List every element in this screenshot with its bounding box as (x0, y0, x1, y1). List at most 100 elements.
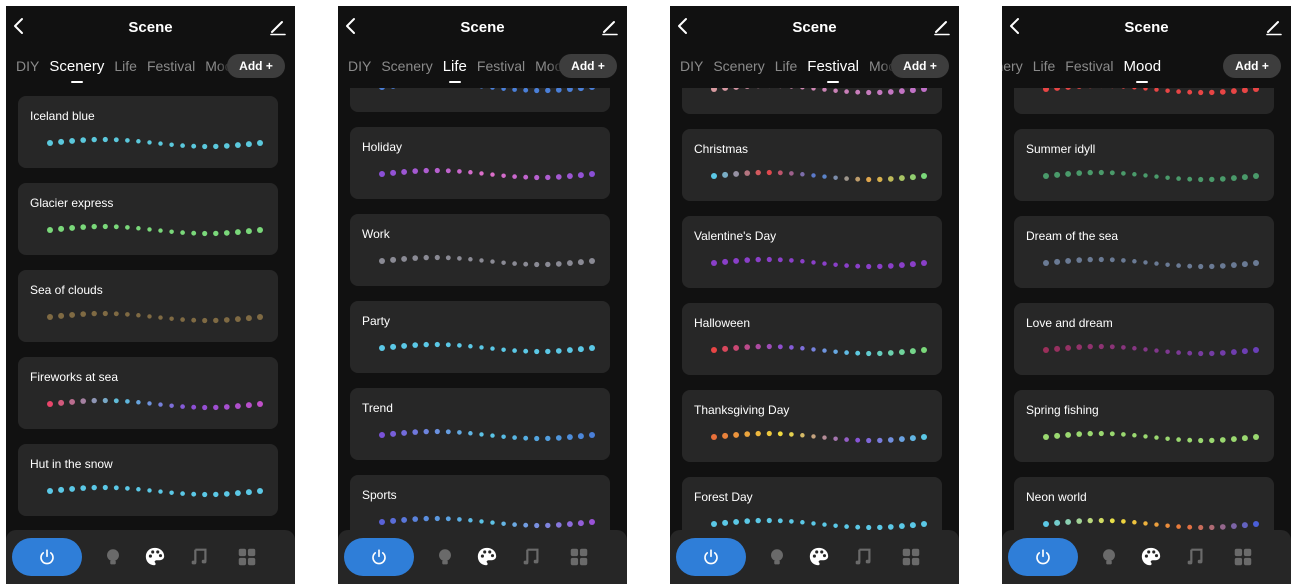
color-dot (1076, 344, 1083, 350)
color-dot (257, 314, 263, 320)
color-dot (744, 431, 751, 437)
color-dot (566, 521, 573, 528)
scene-card[interactable]: Valentine's Day (682, 216, 942, 288)
tab-festival[interactable]: Festival (147, 54, 195, 84)
color-dots-preview (47, 223, 263, 237)
scene-card[interactable] (1014, 88, 1274, 114)
color-dot (58, 225, 65, 232)
power-button[interactable] (344, 538, 414, 576)
scene-card[interactable] (350, 88, 610, 112)
color-dot (898, 175, 905, 182)
scene-card[interactable]: Party (350, 301, 610, 373)
color-dot (866, 176, 872, 183)
tab-life[interactable]: Life (443, 54, 467, 84)
color-dots-preview (711, 430, 927, 444)
add-scene-button[interactable]: Add + (227, 54, 285, 78)
scene-card[interactable]: Sea of clouds (18, 270, 278, 342)
scene-card[interactable]: Iceland blue (18, 96, 278, 168)
bulb-icon[interactable] (1098, 546, 1120, 568)
tab-diy[interactable]: DIY (16, 54, 39, 84)
edit-pencil-icon[interactable] (601, 18, 619, 36)
edit-pencil-icon[interactable] (1265, 18, 1283, 36)
music-icon[interactable] (188, 546, 210, 568)
scene-card[interactable]: Holiday (350, 127, 610, 199)
color-dot (744, 170, 751, 176)
edit-pencil-icon[interactable] (933, 18, 951, 36)
color-dot (401, 255, 408, 262)
color-dot (80, 398, 87, 404)
scene-card[interactable]: Work (350, 214, 610, 286)
color-dot (213, 143, 219, 150)
color-dot (844, 524, 849, 529)
tab-festival[interactable]: Festival (1065, 54, 1113, 84)
bulb-icon[interactable] (102, 546, 124, 568)
color-dot (1241, 522, 1248, 529)
grid-icon[interactable] (1232, 546, 1254, 568)
color-dot (223, 491, 230, 497)
color-dot (523, 88, 529, 93)
color-dot (180, 143, 185, 148)
scene-card[interactable]: Spring fishing (1014, 390, 1274, 462)
color-dot (755, 256, 761, 263)
color-dot (202, 317, 208, 324)
tab-mood[interactable]: Mood (1124, 54, 1161, 84)
color-dot (1154, 88, 1159, 92)
tab-life[interactable]: Life (114, 54, 137, 84)
edit-pencil-icon[interactable] (269, 18, 287, 36)
scene-card[interactable] (682, 88, 942, 114)
scene-card[interactable]: Thanksgiving Day (682, 390, 942, 462)
color-dot (490, 259, 495, 264)
scene-card[interactable]: Forest Day (682, 477, 942, 530)
scene-card[interactable]: Love and dream (1014, 303, 1274, 375)
scene-card[interactable]: Trend (350, 388, 610, 460)
add-scene-button[interactable]: Add + (559, 54, 617, 78)
color-dot (490, 172, 495, 177)
grid-icon[interactable] (236, 546, 258, 568)
power-button[interactable] (676, 538, 746, 576)
tab-festival[interactable]: Festival (477, 54, 525, 84)
tab-scenery[interactable]: Scenery (713, 54, 764, 84)
tab-festival[interactable]: Festival (807, 54, 859, 84)
tab-life[interactable]: Life (775, 54, 798, 84)
scene-card[interactable]: Dream of the sea (1014, 216, 1274, 288)
add-scene-button[interactable]: Add + (891, 54, 949, 78)
scene-card[interactable]: Hut in the snow (18, 444, 278, 516)
palette-icon[interactable] (476, 546, 498, 568)
tab-scenery[interactable]: Scenery (49, 54, 104, 84)
tab-scenery[interactable]: Scenery (1002, 54, 1023, 84)
music-icon[interactable] (852, 546, 874, 568)
color-dot (744, 257, 751, 263)
scene-card[interactable]: Halloween (682, 303, 942, 375)
color-dot (457, 517, 462, 522)
power-button[interactable] (1008, 538, 1078, 576)
tab-scenery[interactable]: Scenery (381, 54, 432, 84)
scene-card[interactable]: Glacier express (18, 183, 278, 255)
palette-icon[interactable] (1140, 546, 1162, 568)
music-icon[interactable] (1184, 546, 1206, 568)
palette-icon[interactable] (808, 546, 830, 568)
scene-card[interactable]: Summer idyll (1014, 129, 1274, 201)
scene-card[interactable]: Neon world (1014, 477, 1274, 530)
bulb-icon[interactable] (434, 546, 456, 568)
add-scene-button[interactable]: Add + (1223, 54, 1281, 78)
scene-card[interactable]: Christmas (682, 129, 942, 201)
grid-icon[interactable] (568, 546, 590, 568)
bulb-icon[interactable] (766, 546, 788, 568)
color-dot (800, 433, 805, 438)
scene-card[interactable]: Fireworks at sea (18, 357, 278, 429)
color-dot (733, 344, 740, 351)
color-dot (545, 522, 551, 529)
tab-diy[interactable]: DIY (680, 54, 703, 84)
color-dot (191, 143, 197, 149)
scene-card[interactable]: Sports (350, 475, 610, 530)
tab-life[interactable]: Life (1033, 54, 1056, 84)
music-icon[interactable] (520, 546, 542, 568)
grid-icon[interactable] (900, 546, 922, 568)
color-dot (789, 171, 794, 176)
color-dot (855, 437, 861, 443)
color-dot (1121, 88, 1126, 89)
color-dot (479, 171, 484, 176)
palette-icon[interactable] (144, 546, 166, 568)
tab-diy[interactable]: DIY (348, 54, 371, 84)
power-button[interactable] (12, 538, 82, 576)
